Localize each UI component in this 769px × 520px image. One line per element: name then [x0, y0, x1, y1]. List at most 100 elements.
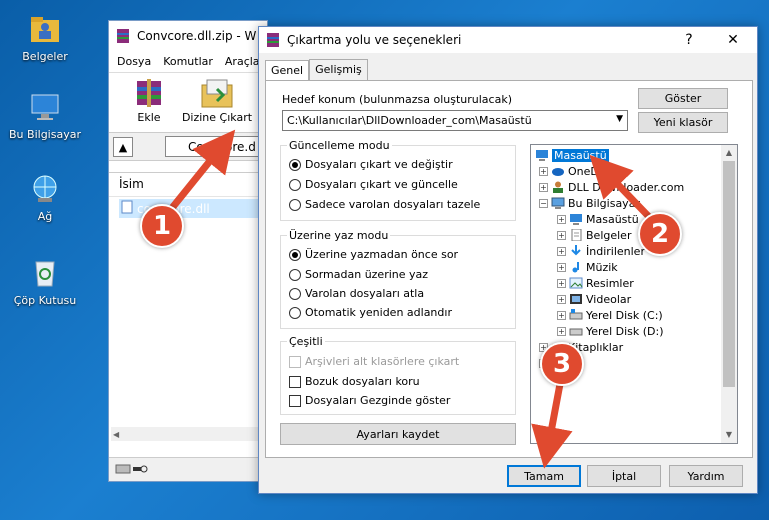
help-title-button[interactable]: ? [669, 27, 709, 53]
misc-option-keep-broken[interactable]: Bozuk dosyaları koru [289, 375, 420, 388]
menu-commands[interactable]: Komutlar [163, 55, 213, 68]
close-icon: ✕ [727, 32, 739, 48]
desktop-icon-this-pc[interactable]: Bu Bilgisayar [4, 90, 86, 141]
collapse-icon[interactable]: − [539, 198, 548, 208]
expand-icon[interactable]: + [557, 326, 566, 336]
help-icon: ? [685, 32, 693, 48]
misc-group: Çeşitli Arşivleri alt klasörlere çıkart … [280, 335, 516, 415]
update-option-replace[interactable]: Dosyaları çıkart ve değiştir [289, 158, 453, 171]
radio-checked[interactable] [289, 158, 301, 171]
help-button[interactable]: Yardım [669, 465, 743, 487]
expand-icon[interactable]: + [557, 230, 566, 240]
computer-icon [28, 90, 62, 124]
tree-label: Videolar [586, 292, 632, 306]
extract-options-dialog: Çıkartma yolu ve seçenekleri ? ✕ Genel G… [258, 26, 758, 494]
option-label: Arşivleri alt klasörlere çıkart [305, 355, 460, 368]
tree-item-disk-d[interactable]: + Yerel Disk (D:) [557, 323, 664, 339]
column-header-name[interactable]: İsim [109, 173, 267, 197]
scroll-up-icon[interactable]: ▲ [721, 145, 737, 161]
scroll-thumb[interactable] [723, 161, 735, 387]
menu-file[interactable]: Dosya [117, 55, 151, 68]
destination-combobox[interactable]: C:\Kullanıcılar\DllDownloader_com\Masaüs… [282, 110, 628, 131]
general-panel: Hedef konum (bulunmazsa oluşturulacak) C… [265, 80, 753, 458]
overwrite-option-noask[interactable]: Sormadan üzerine yaz [289, 268, 428, 281]
save-settings-button[interactable]: Ayarları kaydet [280, 423, 516, 445]
winrar-statusbar [109, 457, 267, 481]
expand-icon[interactable]: + [539, 182, 548, 192]
radio[interactable] [289, 287, 301, 300]
tree-label: Belgeler [586, 228, 632, 242]
overwrite-option-ask[interactable]: Üzerine yazmadan önce sor [289, 248, 458, 261]
option-label: Dosyaları çıkart ve değiştir [305, 158, 453, 171]
ok-button[interactable]: Tamam [507, 465, 581, 487]
tree-item-user[interactable]: + DLL Downloader.com [539, 179, 684, 195]
expand-icon[interactable]: + [557, 214, 566, 224]
onedrive-icon [551, 165, 565, 177]
radio[interactable] [289, 198, 301, 211]
add-button[interactable]: Ekle [119, 77, 179, 124]
radio[interactable] [289, 268, 301, 281]
expand-icon[interactable]: + [557, 310, 566, 320]
overwrite-option-rename[interactable]: Otomatik yeniden adlandır [289, 306, 452, 319]
update-option-update[interactable]: Dosyaları çıkart ve güncelle [289, 178, 458, 191]
winrar-window: Convcore.dll.zip - W Dosya Komutlar Araç… [108, 20, 275, 482]
option-label: Üzerine yazmadan önce sor [305, 248, 459, 261]
drive-key-icon [115, 463, 149, 478]
winrar-titlebar: Convcore.dll.zip - W [109, 21, 267, 51]
overwrite-mode-group: Üzerine yaz modu Üzerine yazmadan önce s… [280, 229, 516, 329]
desktop-icon-recycle-bin[interactable]: Çöp Kutusu [4, 256, 86, 307]
desktop-icon-documents[interactable]: Belgeler [4, 12, 86, 63]
extract-to-button[interactable]: Dizine Çıkart [177, 77, 257, 124]
overwrite-option-skip[interactable]: Varolan dosyaları atla [289, 287, 424, 300]
tree-label: İndirilenler [586, 244, 645, 258]
address-value: Convcore.d [188, 140, 256, 154]
misc-title: Çeşitli [287, 335, 325, 348]
tree-item-documents[interactable]: + Belgeler [557, 227, 631, 243]
misc-option-subfolders[interactable]: Arşivleri alt klasörlere çıkart [289, 355, 459, 368]
tab-advanced[interactable]: Gelişmiş [309, 59, 368, 80]
tree-item-desktop[interactable]: Masaüstü [535, 147, 609, 163]
option-label: Otomatik yeniden adlandır [305, 306, 452, 319]
up-folder-button[interactable]: ▲ [113, 137, 133, 157]
tree-scrollbar[interactable]: ▲ ▼ [721, 145, 737, 443]
desktop-icon-label: Çöp Kutusu [13, 294, 77, 307]
expand-icon[interactable]: + [557, 262, 566, 272]
menu-tools[interactable]: Araçla [225, 55, 260, 68]
desktop-icon [569, 213, 583, 225]
tree-item-downloads[interactable]: + İndirilenler [557, 243, 645, 259]
expand-icon[interactable]: + [557, 294, 566, 304]
network-globe-icon [28, 172, 62, 206]
tab-general[interactable]: Genel [265, 60, 310, 81]
option-label: Sormadan üzerine yaz [305, 268, 429, 281]
tree-item-pictures[interactable]: + Resimler [557, 275, 634, 291]
radio[interactable] [289, 306, 301, 319]
tree-item-videos[interactable]: + Videolar [557, 291, 631, 307]
cancel-button[interactable]: İptal [587, 465, 661, 487]
horizontal-scrollbar[interactable]: ◀ [111, 427, 267, 441]
winrar-title: Convcore.dll.zip - W [137, 29, 257, 43]
close-button[interactable]: ✕ [713, 27, 753, 53]
folder-tree[interactable]: Masaüstü + OneDr + DLL Downloader.com − … [530, 144, 738, 444]
winrar-icon [117, 29, 129, 43]
expand-icon[interactable]: + [557, 278, 566, 288]
radio-checked[interactable] [289, 248, 301, 261]
desktop-icon [535, 149, 549, 161]
desktop-icon-network[interactable]: Ağ [4, 172, 86, 223]
expand-icon[interactable]: + [557, 246, 566, 256]
misc-option-show-explorer[interactable]: Dosyaları Gezginde göster [289, 394, 450, 407]
show-button[interactable]: Göster [638, 88, 728, 109]
step-badge-2: 2 [638, 212, 682, 256]
expand-icon[interactable]: + [539, 166, 548, 176]
tree-item-disk-c[interactable]: + Yerel Disk (C:) [557, 307, 663, 323]
checkbox[interactable] [289, 375, 301, 388]
tree-item-this-pc[interactable]: − Bu Bilgisayar [539, 195, 640, 211]
scroll-down-icon[interactable]: ▼ [721, 427, 737, 443]
new-folder-button[interactable]: Yeni klasör [638, 112, 728, 133]
update-option-freshen[interactable]: Sadece varolan dosyaları tazele [289, 198, 480, 211]
checkbox[interactable] [289, 355, 301, 368]
tree-item-onedrive[interactable]: + OneDr [539, 163, 603, 179]
tree-item-desktop-sub[interactable]: + Masaüstü [557, 211, 639, 227]
tree-item-music[interactable]: + Müzik [557, 259, 618, 275]
radio[interactable] [289, 178, 301, 191]
checkbox[interactable] [289, 394, 301, 407]
